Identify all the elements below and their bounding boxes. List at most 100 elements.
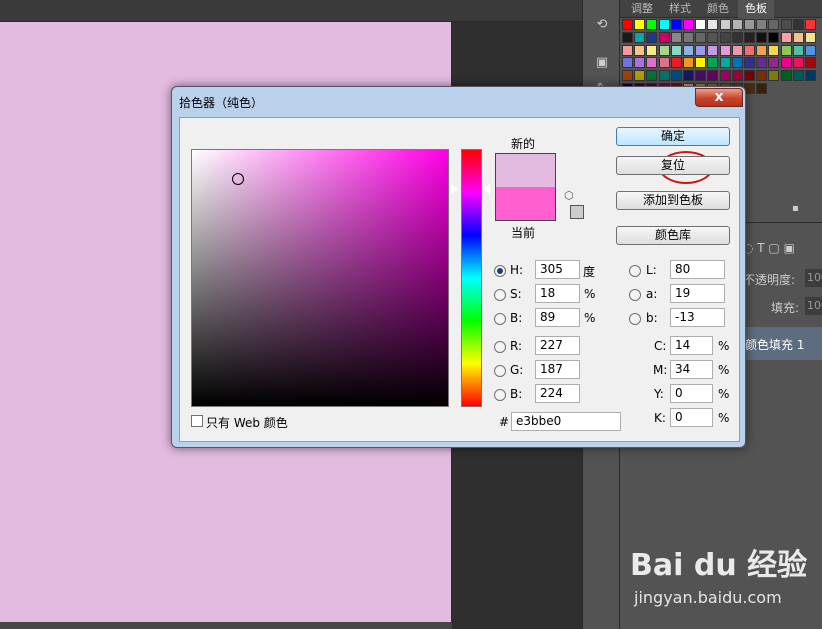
swatch[interactable]	[780, 19, 792, 30]
history-icon[interactable]: ⟲	[591, 14, 613, 36]
swatch[interactable]	[646, 57, 658, 69]
swatch[interactable]	[805, 31, 816, 43]
swatch[interactable]	[719, 31, 731, 43]
swatch[interactable]	[683, 44, 694, 56]
swatch[interactable]	[744, 57, 755, 69]
swatch[interactable]	[768, 57, 780, 69]
tab-swatches[interactable]: 色板	[738, 0, 774, 18]
tab-color[interactable]: 颜色	[700, 0, 736, 18]
3d-icon[interactable]: ▣	[591, 52, 613, 74]
l-field[interactable]: 80	[670, 260, 725, 279]
radio-a[interactable]	[629, 289, 641, 301]
close-button[interactable]: x	[695, 88, 743, 107]
current-color-swatch[interactable]	[496, 187, 555, 220]
a-field[interactable]: 19	[670, 284, 725, 303]
swatch[interactable]	[622, 57, 633, 69]
s-field[interactable]: 18	[535, 284, 580, 303]
swatch[interactable]	[695, 44, 707, 56]
hex-field[interactable]: e3bbe0	[511, 412, 621, 431]
swatch[interactable]	[780, 70, 792, 82]
radio-lab-b[interactable]	[629, 313, 641, 325]
swatch[interactable]	[805, 44, 816, 56]
swatch[interactable]	[731, 44, 743, 56]
r-field[interactable]: 227	[535, 336, 580, 355]
swatch[interactable]	[744, 31, 755, 43]
radio-l[interactable]	[629, 265, 641, 277]
swatch[interactable]	[646, 70, 658, 82]
swatch[interactable]	[792, 57, 804, 69]
swatch[interactable]	[756, 31, 768, 43]
opacity-field[interactable]: 100	[805, 269, 822, 287]
hue-slider-left-arrow[interactable]	[451, 184, 458, 194]
swatch[interactable]	[768, 31, 780, 43]
reset-button[interactable]: 复位	[616, 156, 730, 175]
swatch[interactable]	[634, 19, 646, 30]
lab-b-field[interactable]: -13	[670, 308, 725, 327]
add-to-swatches-button[interactable]: 添加到色板	[616, 191, 730, 210]
layer-row[interactable]: 颜色填充 1	[745, 327, 822, 360]
swatch[interactable]	[622, 44, 633, 56]
cube-warning-icon[interactable]: ⬡	[564, 190, 576, 202]
swatch[interactable]	[731, 19, 743, 30]
swatch[interactable]	[707, 19, 719, 30]
swatch[interactable]	[646, 31, 658, 43]
swatch[interactable]	[683, 70, 694, 82]
radio-s[interactable]	[494, 289, 506, 301]
color-libraries-button[interactable]: 颜色库	[616, 226, 730, 245]
swatch[interactable]	[707, 70, 719, 82]
swatch[interactable]	[622, 19, 633, 30]
swatch[interactable]	[756, 19, 768, 30]
radio-b[interactable]	[494, 313, 506, 325]
swatch[interactable]	[707, 31, 719, 43]
swatch[interactable]	[658, 31, 670, 43]
swatch[interactable]	[670, 19, 682, 30]
c-field[interactable]: 14	[670, 336, 713, 355]
swatch[interactable]	[792, 31, 804, 43]
swatch[interactable]	[719, 19, 731, 30]
swatch[interactable]	[707, 57, 719, 69]
swatch[interactable]	[719, 57, 731, 69]
swatch[interactable]	[768, 70, 780, 82]
web-only-checkbox[interactable]	[191, 415, 203, 427]
radio-h[interactable]	[494, 265, 506, 277]
new-swatch-icon[interactable]: ▪	[792, 203, 799, 214]
tab-styles[interactable]: 样式	[662, 0, 698, 18]
hue-slider-right-arrow[interactable]	[483, 184, 490, 194]
swatch[interactable]	[744, 70, 755, 82]
swatch[interactable]	[756, 83, 768, 94]
radio-blue[interactable]	[494, 389, 506, 401]
swatch[interactable]	[646, 44, 658, 56]
swatch[interactable]	[622, 70, 633, 82]
swatch[interactable]	[768, 19, 780, 30]
swatch[interactable]	[731, 57, 743, 69]
swatch[interactable]	[756, 44, 768, 56]
swatch[interactable]	[768, 44, 780, 56]
b-field[interactable]: 89	[535, 308, 580, 327]
swatch[interactable]	[780, 44, 792, 56]
swatch[interactable]	[683, 31, 694, 43]
swatch[interactable]	[670, 57, 682, 69]
swatch[interactable]	[756, 57, 768, 69]
swatch[interactable]	[719, 44, 731, 56]
swatch[interactable]	[805, 70, 816, 82]
swatch[interactable]	[744, 44, 755, 56]
swatch[interactable]	[792, 70, 804, 82]
k-field[interactable]: 0	[670, 408, 713, 427]
swatch[interactable]	[731, 70, 743, 82]
swatch[interactable]	[695, 31, 707, 43]
swatch[interactable]	[731, 31, 743, 43]
radio-g[interactable]	[494, 365, 506, 377]
swatch[interactable]	[780, 31, 792, 43]
swatch[interactable]	[792, 44, 804, 56]
m-field[interactable]: 34	[670, 360, 713, 379]
color-field[interactable]	[191, 149, 449, 407]
swatch[interactable]	[658, 70, 670, 82]
tab-adjustments[interactable]: 调整	[624, 0, 660, 18]
swatch[interactable]	[634, 44, 646, 56]
swatch[interactable]	[780, 57, 792, 69]
layer-toolbar-icons[interactable]: ◌ T ▢ ▣	[743, 241, 795, 255]
web-safe-swatch[interactable]	[570, 205, 584, 219]
swatch[interactable]	[658, 19, 670, 30]
swatch[interactable]	[670, 31, 682, 43]
swatch[interactable]	[634, 31, 646, 43]
